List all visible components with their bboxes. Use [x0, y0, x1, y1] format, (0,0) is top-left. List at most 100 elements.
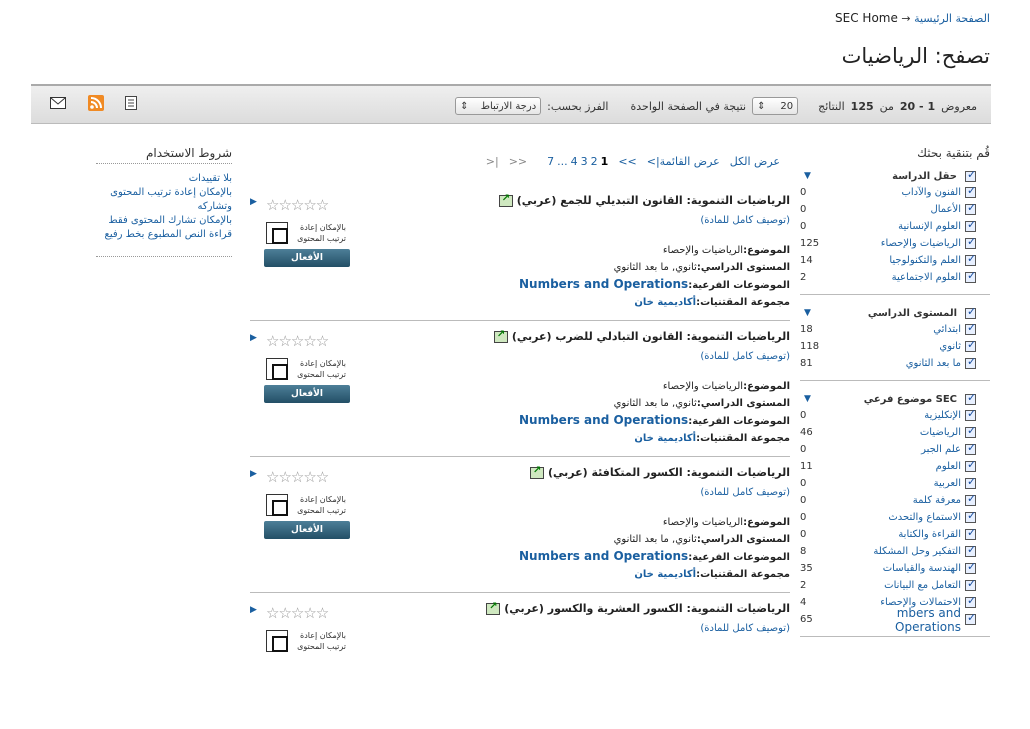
page-link[interactable]: 7: [547, 155, 554, 168]
expand-arrow-icon[interactable]: ▶: [250, 605, 257, 615]
actions-button[interactable]: الأفعال: [264, 249, 350, 267]
full-description-link[interactable]: (توصيف كامل للمادة): [700, 623, 790, 634]
filter-checkbox[interactable]: [965, 355, 976, 369]
filter-checkbox[interactable]: [965, 611, 976, 625]
external-link-icon[interactable]: [486, 601, 501, 615]
view-all-link[interactable]: عرض الكل: [730, 155, 780, 168]
filter-checkbox[interactable]: [965, 321, 976, 335]
full-description-link[interactable]: (توصيف كامل للمادة): [700, 487, 790, 498]
filter-item[interactable]: ما بعد الثانوي 81: [800, 355, 990, 372]
term-link[interactable]: قراءة النص المطبوع بخط رفيع: [96, 228, 232, 242]
filter-group-header[interactable]: SEC موضوع فرعي ▼: [800, 391, 990, 407]
list-view-link[interactable]: عرض القائمة|>: [647, 155, 720, 168]
collection-link[interactable]: أكاديمية خان: [634, 433, 696, 444]
rating-stars[interactable]: ☆☆☆☆☆: [266, 332, 329, 350]
filter-item-label[interactable]: العلوم: [830, 461, 961, 472]
subtopics-link[interactable]: Numbers and Operations: [519, 413, 688, 427]
actions-button[interactable]: الأفعال: [264, 521, 350, 539]
filter-checkbox[interactable]: [965, 218, 976, 232]
filter-group-header[interactable]: حقل الدراسة ▼: [800, 168, 990, 184]
collection-link[interactable]: أكاديمية خان: [634, 569, 696, 580]
result-title-link[interactable]: الرياضيات التنموية: القانون التبديلي للج…: [517, 194, 790, 207]
filter-checkbox[interactable]: [965, 543, 976, 557]
filter-item[interactable]: ابتدائي 18: [800, 321, 990, 338]
filter-checkbox[interactable]: [965, 458, 976, 472]
filter-item-label[interactable]: العلوم الإنسانية: [830, 221, 961, 232]
filter-item-label[interactable]: الإنكليزية: [830, 410, 961, 421]
filter-item-label[interactable]: العلم والتكنولوجيا: [830, 255, 961, 266]
filter-item[interactable]: التعامل مع البيانات 2: [800, 577, 990, 594]
filter-item-label[interactable]: الاستماع والتحدث: [830, 512, 961, 523]
filter-item-label[interactable]: معرفة كلمة: [830, 495, 961, 506]
filter-checkbox[interactable]: [965, 391, 976, 405]
filter-checkbox[interactable]: [965, 407, 976, 421]
filter-item[interactable]: الهندسة والقياسات 35: [800, 560, 990, 577]
filter-checkbox[interactable]: [965, 509, 976, 523]
breadcrumb-home-link[interactable]: الصفحة الرئيسية: [914, 12, 990, 25]
result-title-link[interactable]: الرياضيات التنموية: الكسور العشرية والكس…: [504, 602, 790, 615]
filter-item[interactable]: الأعمال 0: [800, 201, 990, 218]
filter-checkbox[interactable]: [965, 492, 976, 506]
filter-item[interactable]: الاستماع والتحدث 0: [800, 509, 990, 526]
filter-checkbox[interactable]: [965, 577, 976, 591]
filter-checkbox[interactable]: [965, 168, 976, 182]
collection-link[interactable]: أكاديمية خان: [634, 297, 696, 308]
filter-item[interactable]: العلوم الإنسانية 0: [800, 218, 990, 235]
filter-item-label[interactable]: الرياضيات: [830, 427, 961, 438]
result-title-link[interactable]: الرياضيات التنموية: القانون التبادلي للض…: [512, 330, 790, 343]
filter-checkbox[interactable]: [965, 252, 976, 266]
filter-item-label[interactable]: ثانوي: [830, 341, 961, 352]
filter-item[interactable]: الرياضيات 46: [800, 424, 990, 441]
filter-item[interactable]: mbers and Operations 65: [800, 606, 990, 634]
rss-icon[interactable]: [88, 95, 104, 111]
filter-item-label[interactable]: العربية: [830, 478, 961, 489]
expand-arrow-icon[interactable]: ▶: [250, 469, 257, 479]
filter-item[interactable]: علم الجبر 0: [800, 441, 990, 458]
collapse-triangle-icon[interactable]: ▼: [804, 171, 811, 181]
collapse-triangle-icon[interactable]: ▼: [804, 308, 811, 318]
filter-checkbox[interactable]: [965, 526, 976, 540]
filter-item[interactable]: الرياضيات والإحصاء 125: [800, 235, 990, 252]
filter-item[interactable]: القراءة والكتابة 0: [800, 526, 990, 543]
email-icon[interactable]: [50, 96, 66, 110]
filter-item[interactable]: التفكير وحل المشكلة 8: [800, 543, 990, 560]
subtopics-link[interactable]: Numbers and Operations: [519, 549, 688, 563]
filter-checkbox[interactable]: [965, 184, 976, 198]
page-link[interactable]: 3: [581, 155, 588, 168]
filter-item[interactable]: معرفة كلمة 0: [800, 492, 990, 509]
filter-item[interactable]: العلوم 11: [800, 458, 990, 475]
external-link-icon[interactable]: [498, 193, 513, 207]
filter-item-label[interactable]: التفكير وحل المشكلة: [830, 546, 961, 557]
filter-checkbox[interactable]: [965, 201, 976, 215]
sort-select[interactable]: درجة الارتباط ⇕: [455, 97, 542, 115]
rating-stars[interactable]: ☆☆☆☆☆: [266, 604, 329, 622]
per-page-select[interactable]: 20 ⇕: [752, 97, 799, 115]
term-link[interactable]: بالإمكان تشارك المحتوى فقط: [96, 214, 232, 228]
actions-button[interactable]: الأفعال: [264, 385, 350, 403]
filter-item[interactable]: ثانوي 118: [800, 338, 990, 355]
filter-checkbox[interactable]: [965, 305, 976, 319]
full-description-link[interactable]: (توصيف كامل للمادة): [700, 351, 790, 362]
filter-item-label[interactable]: الأعمال: [830, 204, 961, 215]
filter-item-label[interactable]: التعامل مع البيانات: [830, 580, 961, 591]
filter-checkbox[interactable]: [965, 594, 976, 608]
filter-checkbox[interactable]: [965, 338, 976, 352]
filter-item-label[interactable]: علم الجبر: [830, 444, 961, 455]
next-page-link[interactable]: >>: [618, 155, 636, 168]
subtopics-link[interactable]: Numbers and Operations: [519, 277, 688, 291]
filter-item-label[interactable]: ابتدائي: [830, 324, 961, 335]
filter-item[interactable]: العلوم الاجتماعية 2: [800, 269, 990, 286]
filter-item-label[interactable]: الرياضيات والإحصاء: [830, 238, 961, 249]
filter-group-header[interactable]: المستوى الدراسي ▼: [800, 305, 990, 321]
filter-checkbox[interactable]: [965, 424, 976, 438]
filter-item[interactable]: العربية 0: [800, 475, 990, 492]
page-link[interactable]: 2: [591, 155, 598, 168]
filter-checkbox[interactable]: [965, 235, 976, 249]
expand-arrow-icon[interactable]: ▶: [250, 197, 257, 207]
rating-stars[interactable]: ☆☆☆☆☆: [266, 196, 329, 214]
term-link[interactable]: بلا تقييدات: [96, 172, 232, 186]
result-title-link[interactable]: الرياضيات التنموية: الكسور المتكافئة (عر…: [548, 466, 790, 479]
filter-checkbox[interactable]: [965, 269, 976, 283]
filter-item-label[interactable]: mbers and Operations: [830, 606, 961, 634]
filter-checkbox[interactable]: [965, 560, 976, 574]
